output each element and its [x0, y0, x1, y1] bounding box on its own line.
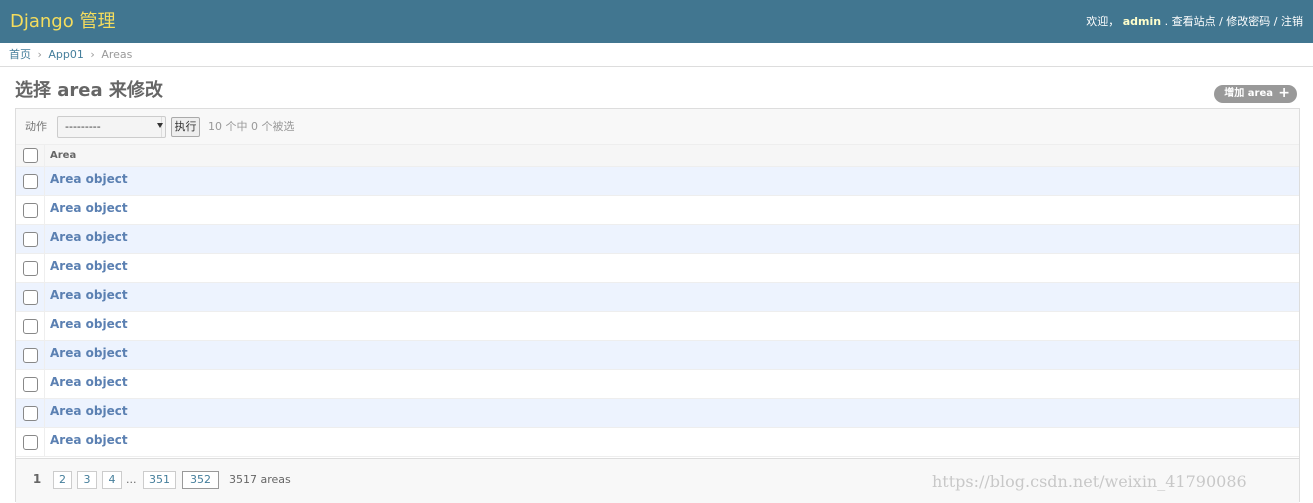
- chevron-down-icon: [157, 123, 163, 128]
- plus-icon: +: [1278, 85, 1290, 101]
- breadcrumb-home[interactable]: 首页: [9, 48, 31, 61]
- row-checkbox[interactable]: [23, 232, 38, 247]
- table-header: Area: [16, 145, 1299, 167]
- row-checkbox[interactable]: [23, 203, 38, 218]
- column-divider: [44, 341, 45, 369]
- area-object-link[interactable]: Area object: [50, 346, 128, 360]
- area-object-link[interactable]: Area object: [50, 230, 128, 244]
- column-divider: [44, 196, 45, 224]
- page-title: 选择 area 来修改: [15, 80, 163, 101]
- table-row: Area object: [16, 312, 1299, 341]
- column-divider: [44, 370, 45, 398]
- area-object-link[interactable]: Area object: [50, 404, 128, 418]
- separator: /: [1273, 15, 1281, 28]
- welcome-text: 欢迎，: [1086, 15, 1120, 28]
- breadcrumb-separator: ›: [37, 48, 42, 61]
- table-row: Area object: [16, 196, 1299, 225]
- user-tools: 欢迎， admin . 查看站点 / 修改密码 / 注销: [1086, 14, 1303, 30]
- page-link-2[interactable]: 2: [53, 471, 72, 489]
- column-divider: [44, 283, 45, 311]
- column-divider: [44, 167, 45, 195]
- row-checkbox[interactable]: [23, 348, 38, 363]
- page-link-3[interactable]: 3: [77, 471, 97, 489]
- selection-count: 10 个中 0 个被选: [208, 120, 295, 133]
- area-object-link[interactable]: Area object: [50, 172, 128, 186]
- breadcrumb-current: Areas: [101, 48, 133, 61]
- select-all-checkbox[interactable]: [23, 148, 38, 163]
- area-object-link[interactable]: Area object: [50, 259, 128, 273]
- username: admin: [1122, 15, 1162, 28]
- action-select-value: ---------: [65, 120, 101, 133]
- site-branding[interactable]: Django 管理: [10, 10, 115, 34]
- changelist: 动作 --------- 执行 10 个中 0 个被选 Area Area ob…: [15, 108, 1300, 503]
- page-link-352[interactable]: 352: [182, 471, 219, 489]
- action-select[interactable]: ---------: [57, 116, 166, 138]
- view-site-link[interactable]: 查看站点: [1172, 15, 1216, 28]
- page-ellipsis: ...: [126, 473, 137, 486]
- table-row: Area object: [16, 254, 1299, 283]
- row-checkbox[interactable]: [23, 406, 38, 421]
- add-area-button[interactable]: 增加 area +: [1214, 85, 1297, 103]
- column-divider: [44, 254, 45, 282]
- page-link-351[interactable]: 351: [143, 471, 176, 489]
- breadcrumb: 首页 › App01 › Areas: [0, 43, 1313, 67]
- logout-link[interactable]: 注销: [1281, 15, 1303, 28]
- watermark-text: https://blog.csdn.net/weixin_41790086: [932, 472, 1247, 491]
- breadcrumb-app[interactable]: App01: [48, 48, 84, 61]
- row-checkbox[interactable]: [23, 319, 38, 334]
- row-checkbox[interactable]: [23, 174, 38, 189]
- go-button[interactable]: 执行: [171, 117, 200, 137]
- result-count: 3517 areas: [229, 473, 291, 486]
- table-body: Area object Area object Area object Area…: [16, 167, 1299, 457]
- area-object-link[interactable]: Area object: [50, 433, 128, 447]
- row-checkbox[interactable]: [23, 377, 38, 392]
- table-row: Area object: [16, 428, 1299, 457]
- page-current: 1: [32, 472, 42, 486]
- row-checkbox[interactable]: [23, 261, 38, 276]
- breadcrumb-separator: ›: [90, 48, 95, 61]
- column-divider: [44, 225, 45, 253]
- actions-bar: 动作 --------- 执行 10 个中 0 个被选: [16, 109, 1299, 145]
- header: Django 管理 欢迎， admin . 查看站点 / 修改密码 / 注销: [0, 0, 1313, 43]
- table-row: Area object: [16, 283, 1299, 312]
- result-table: Area Area object Area object Area object…: [16, 145, 1299, 457]
- table-row: Area object: [16, 225, 1299, 254]
- action-label: 动作: [25, 120, 47, 133]
- area-object-link[interactable]: Area object: [50, 317, 128, 331]
- area-object-link[interactable]: Area object: [50, 288, 128, 302]
- page-link-4[interactable]: 4: [102, 471, 122, 489]
- table-row: Area object: [16, 370, 1299, 399]
- column-divider: [44, 145, 45, 166]
- table-row: Area object: [16, 167, 1299, 196]
- add-area-label: 增加 area: [1224, 88, 1273, 99]
- column-divider: [44, 428, 45, 456]
- area-object-link[interactable]: Area object: [50, 201, 128, 215]
- column-header-area[interactable]: Area: [50, 150, 76, 162]
- table-row: Area object: [16, 399, 1299, 428]
- period: .: [1164, 15, 1172, 28]
- area-object-link[interactable]: Area object: [50, 375, 128, 389]
- column-divider: [44, 399, 45, 427]
- column-divider: [44, 312, 45, 340]
- change-password-link[interactable]: 修改密码: [1226, 15, 1270, 28]
- table-row: Area object: [16, 341, 1299, 370]
- row-checkbox[interactable]: [23, 290, 38, 305]
- row-checkbox[interactable]: [23, 435, 38, 450]
